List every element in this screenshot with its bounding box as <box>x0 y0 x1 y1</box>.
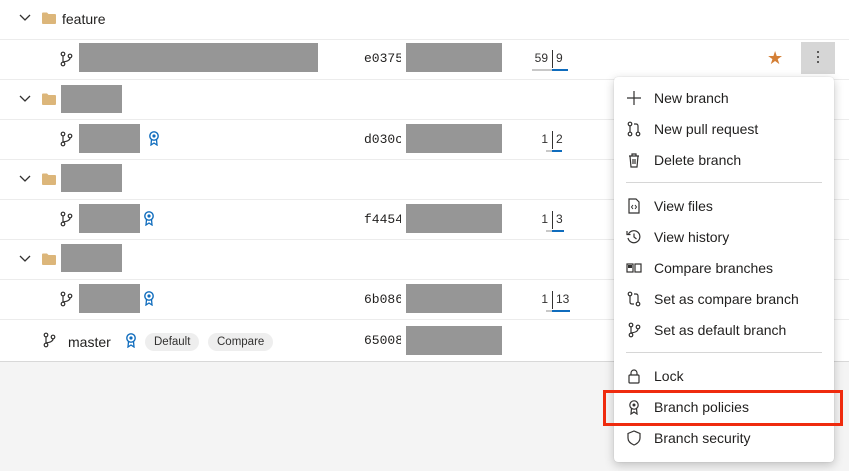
compare-badge: Compare <box>208 333 274 351</box>
menu-item-view-files[interactable]: View files <box>614 191 834 222</box>
ahead-count: 9 <box>556 51 563 65</box>
menu-item-label: View history <box>654 229 730 245</box>
folder-icon <box>42 93 56 105</box>
commit-id[interactable]: 6b086 <box>364 291 401 309</box>
menu-item-label: Branch security <box>654 430 751 446</box>
ahead-bar <box>552 310 570 312</box>
chevron-down-icon[interactable] <box>18 92 32 106</box>
behind-count: 59 <box>534 51 548 65</box>
file-code-icon <box>628 198 640 214</box>
menu-item-view-history[interactable]: View history <box>614 222 834 253</box>
menu-item-set-as-default-branch[interactable]: Set as default branch <box>614 315 834 346</box>
commit-id[interactable]: d030c <box>364 131 401 149</box>
policy-icon <box>144 211 154 226</box>
branch-icon <box>60 131 73 147</box>
menu-item-delete-branch[interactable]: Delete branch <box>614 145 834 176</box>
redacted-folder-name <box>61 164 122 192</box>
redacted-author <box>406 284 502 313</box>
more-dot <box>817 51 819 53</box>
commit-id[interactable]: f4454 <box>364 211 401 229</box>
ahead-count: 2 <box>556 132 563 146</box>
menu-separator <box>626 352 822 353</box>
menu-separator <box>626 182 822 183</box>
lock-icon <box>628 369 640 384</box>
ahead-bar <box>552 230 564 232</box>
folder-name: feature <box>62 11 106 27</box>
policy-icon <box>126 333 136 348</box>
branch-icon <box>628 322 641 338</box>
branch-icon <box>60 211 73 227</box>
branch-icon <box>60 51 73 67</box>
ahead-behind[interactable]: 1 2 <box>530 131 574 153</box>
redacted-branch-name[interactable] <box>79 43 318 72</box>
menu-item-branch-security[interactable]: Branch security <box>614 423 834 454</box>
menu-item-label: Set as default branch <box>654 322 787 338</box>
chevron-down-icon[interactable] <box>18 172 32 186</box>
menu-item-label: New pull request <box>654 121 759 137</box>
menu-item-label: Lock <box>654 368 684 384</box>
compare-branch-icon <box>627 291 641 307</box>
branch-icon <box>60 291 73 307</box>
menu-item-new-pull-request[interactable]: New pull request <box>614 114 834 145</box>
menu-item-new-branch[interactable]: New branch <box>614 83 834 114</box>
pull-request-icon <box>627 121 641 137</box>
redacted-author <box>406 326 502 355</box>
policy-icon <box>144 291 154 306</box>
trash-icon <box>629 153 639 168</box>
behind-bar <box>532 69 552 71</box>
folder-row-feature[interactable]: feature <box>0 0 849 40</box>
chevron-down-icon[interactable] <box>18 252 32 266</box>
redacted-branch-name[interactable] <box>79 284 140 313</box>
behind-count: 1 <box>541 132 548 146</box>
menu-item-label: View files <box>654 198 713 214</box>
menu-item-compare-branches[interactable]: Compare branches <box>614 253 834 284</box>
folder-icon <box>42 253 56 265</box>
ahead-behind[interactable]: 1 13 <box>530 291 574 313</box>
branch-name[interactable]: master <box>68 333 111 351</box>
commit-id[interactable]: 65008 <box>364 332 401 350</box>
redacted-branch-name[interactable] <box>79 204 140 233</box>
folder-icon <box>42 173 56 185</box>
more-dot <box>817 61 819 63</box>
branch-icon <box>43 332 56 348</box>
ahead-bar <box>552 150 562 152</box>
redacted-author <box>406 124 502 153</box>
redacted-folder-name <box>61 85 122 113</box>
ahead-count: 13 <box>556 292 570 306</box>
redacted-folder-name <box>61 244 122 272</box>
redacted-branch-name[interactable] <box>79 124 140 153</box>
branch-row[interactable]: e0375 59 9 ★ <box>0 39 849 80</box>
history-icon <box>626 230 641 244</box>
favorite-star-icon[interactable]: ★ <box>767 48 783 68</box>
redacted-author <box>406 43 502 72</box>
menu-item-label: Delete branch <box>654 152 742 168</box>
plus-icon <box>627 91 641 105</box>
ahead-bar <box>552 69 568 71</box>
redacted-author <box>406 204 502 233</box>
policy-icon <box>149 131 159 146</box>
menu-item-label: New branch <box>654 90 729 106</box>
menu-item-lock[interactable]: Lock <box>614 361 834 392</box>
menu-item-label: Set as compare branch <box>654 291 799 307</box>
behind-count: 1 <box>541 292 548 306</box>
menu-item-label: Compare branches <box>654 260 774 276</box>
highlight-box <box>603 390 843 426</box>
compare-icon <box>626 263 642 273</box>
ahead-behind[interactable]: 1 3 <box>530 211 574 233</box>
commit-id[interactable]: e0375 <box>364 50 401 68</box>
ahead-count: 3 <box>556 212 563 226</box>
ahead-behind[interactable]: 59 9 <box>530 50 574 72</box>
menu-item-set-as-compare-branch[interactable]: Set as compare branch <box>614 284 834 315</box>
shield-icon <box>627 430 641 446</box>
more-actions-button[interactable] <box>801 42 835 74</box>
folder-icon <box>42 12 56 24</box>
default-badge: Default <box>145 333 200 351</box>
more-dot <box>817 56 819 58</box>
chevron-down-icon[interactable] <box>18 11 32 25</box>
behind-count: 1 <box>541 212 548 226</box>
